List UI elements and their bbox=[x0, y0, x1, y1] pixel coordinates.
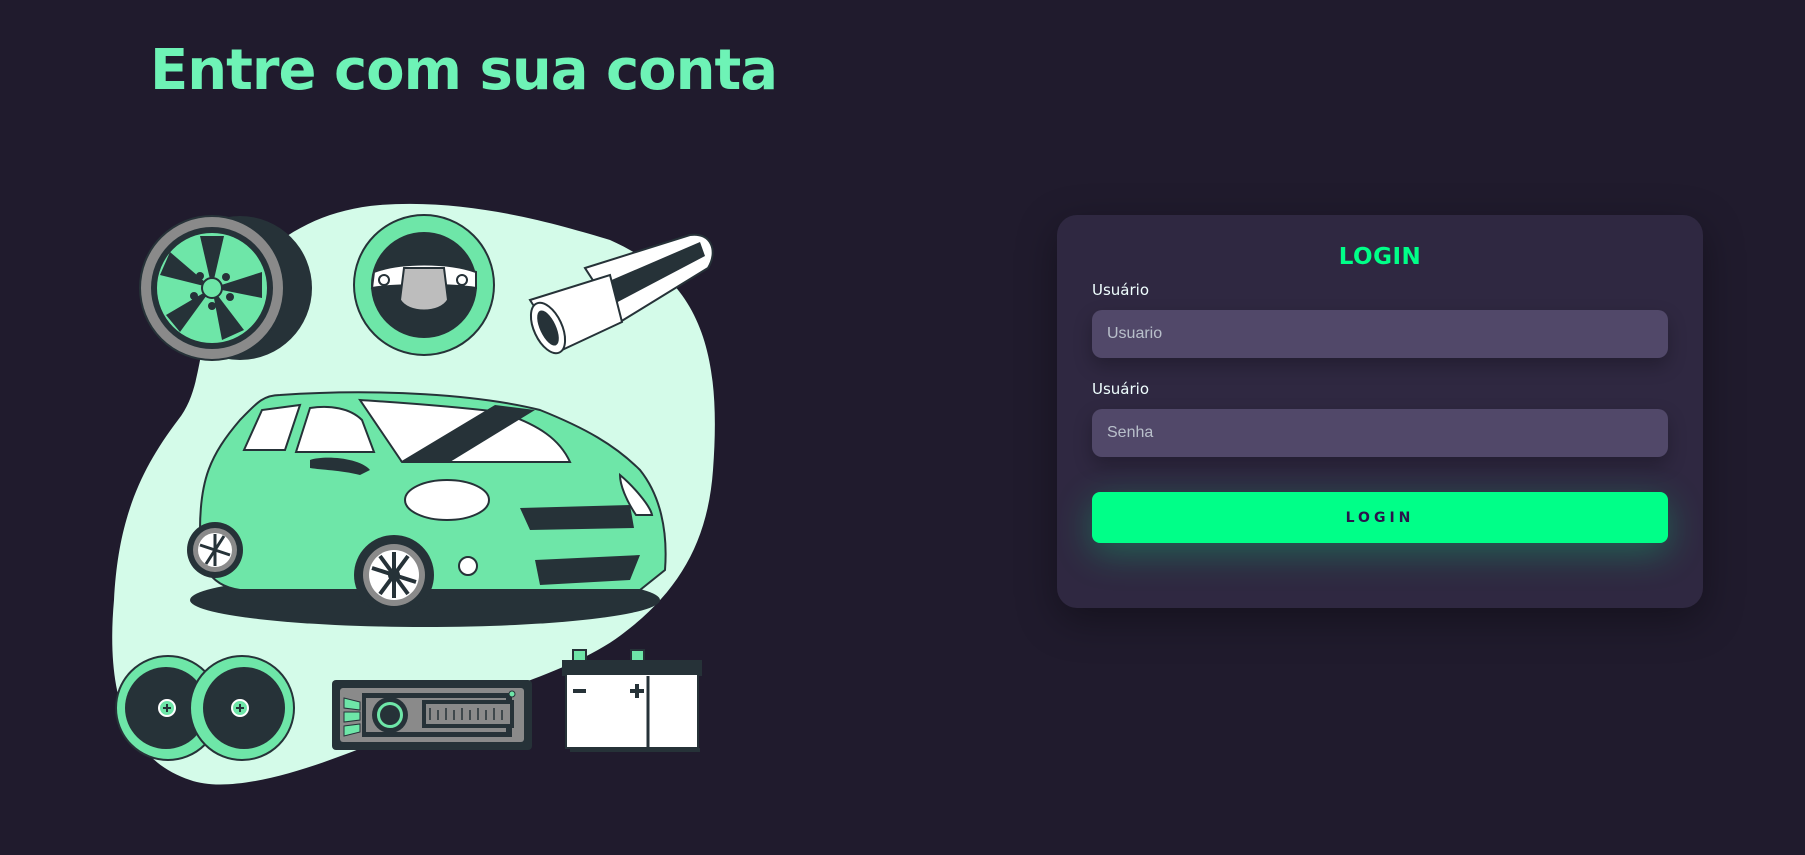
login-card: LOGIN Usuário Usuário LOGIN bbox=[1057, 215, 1703, 608]
password-label: Usuário bbox=[1092, 380, 1150, 398]
login-button[interactable]: LOGIN bbox=[1092, 492, 1668, 543]
car-radio-icon bbox=[332, 680, 532, 750]
username-input[interactable] bbox=[1092, 310, 1668, 358]
car-parts-illustration bbox=[112, 203, 715, 785]
username-label: Usuário bbox=[1092, 281, 1150, 299]
speakers-icon bbox=[115, 655, 295, 761]
steering-wheel-icon bbox=[353, 214, 495, 356]
password-input[interactable] bbox=[1092, 409, 1668, 457]
login-title: LOGIN bbox=[1338, 244, 1422, 270]
page-title: Entre com sua conta bbox=[150, 38, 778, 103]
battery-icon bbox=[562, 649, 702, 752]
wheel-icon bbox=[139, 215, 312, 361]
